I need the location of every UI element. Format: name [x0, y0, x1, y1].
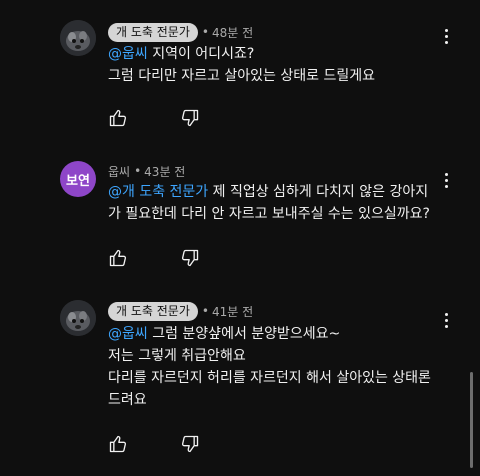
comment-time: 43분 전	[144, 164, 186, 179]
thumbs-down-icon[interactable]	[180, 108, 200, 128]
comment-line: 가 필요한데 다리 안 자르고 보내주실 수는 있으실까요?	[108, 203, 448, 225]
comment-meta: 웁씨 • 43분 전	[108, 161, 185, 181]
separator-dot: •	[201, 25, 209, 39]
avatar-dog-icon[interactable]	[60, 300, 96, 336]
comment-time: 48분 전	[211, 25, 254, 40]
author-chip[interactable]: 개 도축 전문가	[108, 22, 198, 42]
mention-link[interactable]: @웁씨	[108, 46, 148, 62]
thumbs-up-icon[interactable]	[108, 248, 128, 268]
avatar[interactable]: 보연	[60, 161, 96, 197]
comment-line: 드려요	[108, 389, 448, 411]
line-text: 다리를 자르던지 허리를 자르던지 해서 살아있는 상태론	[108, 370, 431, 386]
mention-link[interactable]: @개 도축 전문가	[108, 184, 208, 200]
line-text: 지역이 어디시죠?	[147, 46, 255, 62]
line-text: 그럼 분양샾에서 분양받으세요~	[147, 326, 341, 342]
comment-line: 다리를 자르던지 허리를 자르던지 해서 살아있는 상태론	[108, 367, 448, 389]
thumbs-down-icon[interactable]	[180, 434, 200, 454]
comment-line: 그럼 다리만 자르고 살아있는 상태로 드릴게요	[108, 65, 448, 87]
comment-text: @웁씨 지역이 어디시죠? 그럼 다리만 자르고 살아있는 상태로 드릴게요	[108, 43, 448, 87]
author-name[interactable]: 웁씨	[108, 163, 130, 180]
line-text: 드려요	[108, 392, 147, 408]
comment-text: @개 도축 전문가 제 직업상 심하게 다치지 않은 강아지 가 필요한데 다리…	[108, 181, 448, 225]
comment-line: @웁씨 그럼 분양샾에서 분양받으세요~	[108, 323, 448, 345]
comment-line: @개 도축 전문가 제 직업상 심하게 다치지 않은 강아지	[108, 181, 448, 203]
comment-meta: 개 도축 전문가 • 48분 전	[108, 22, 253, 42]
comment-meta: 개 도축 전문가 • 41분 전	[108, 301, 253, 321]
thumbs-up-icon[interactable]	[108, 434, 128, 454]
thumbs-down-icon[interactable]	[180, 248, 200, 268]
line-text: 저는 그렇게 취급안해요	[108, 348, 246, 364]
author-chip[interactable]: 개 도축 전문가	[108, 301, 198, 321]
separator-dot: •	[201, 304, 209, 318]
line-text: 제 직업상 심하게 다치지 않은 강아지	[208, 184, 429, 200]
comment-line: 저는 그렇게 취급안해요	[108, 345, 448, 367]
comment-time: 41분 전	[211, 304, 254, 319]
scrollbar[interactable]	[470, 372, 473, 468]
thumbs-up-icon[interactable]	[108, 108, 128, 128]
comment-text: @웁씨 그럼 분양샾에서 분양받으세요~ 저는 그렇게 취급안해요 다리를 자르…	[108, 323, 448, 411]
line-text: 그럼 다리만 자르고 살아있는 상태로 드릴게요	[108, 68, 375, 84]
separator-dot: •	[134, 164, 142, 178]
mention-link[interactable]: @웁씨	[108, 326, 148, 342]
comment-line: @웁씨 지역이 어디시죠?	[108, 43, 448, 65]
line-text: 가 필요한데 다리 안 자르고 보내주실 수는 있으실까요?	[108, 206, 430, 222]
avatar-dog-icon[interactable]	[60, 20, 96, 56]
